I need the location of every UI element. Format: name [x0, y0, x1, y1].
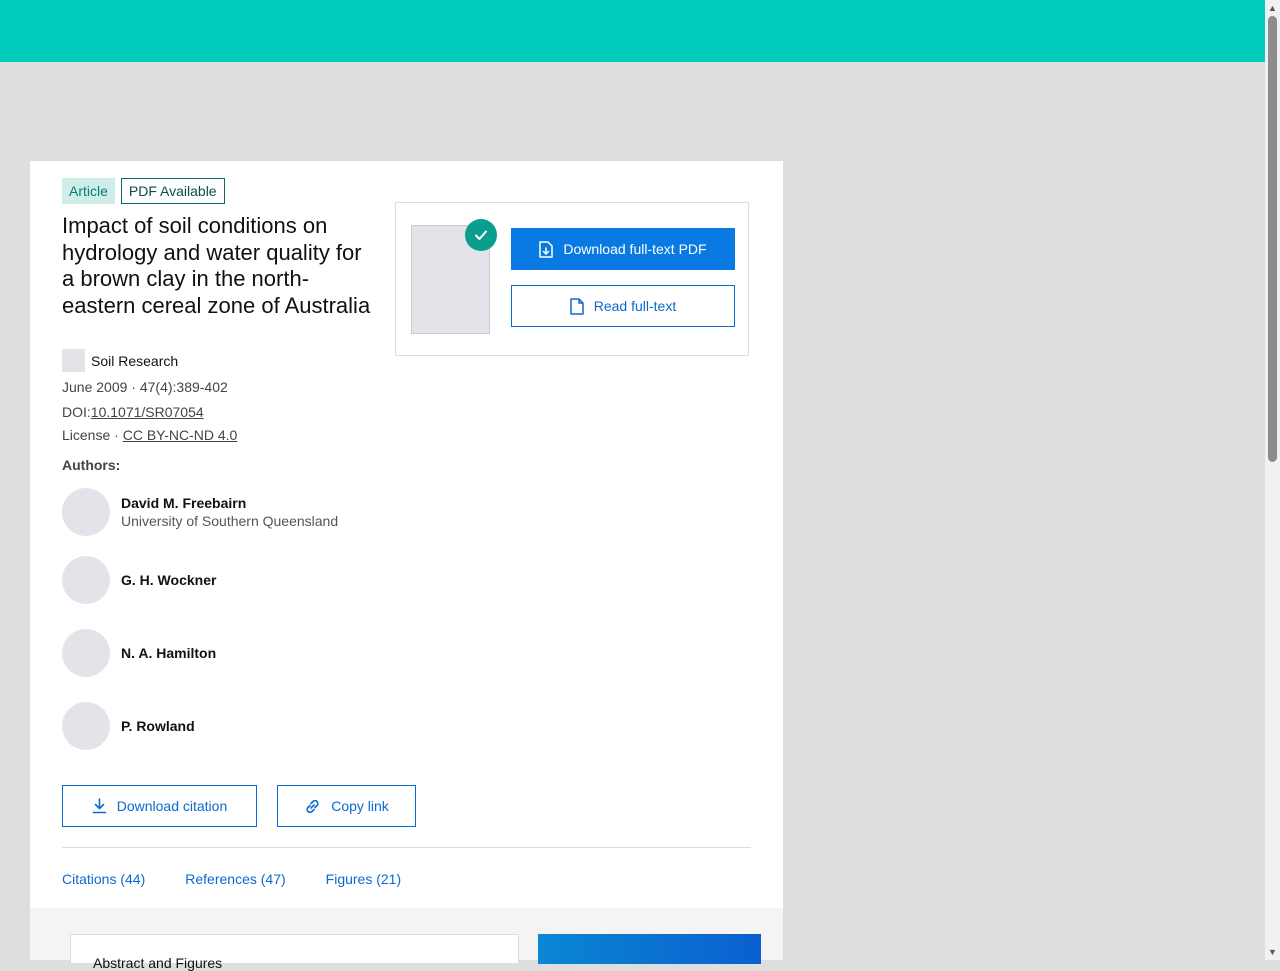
author-item[interactable]: N. A. Hamilton: [62, 629, 216, 677]
file-download-icon: [539, 240, 554, 258]
authors-label: Authors:: [62, 457, 121, 473]
license: License · CC BY-NC-ND 4.0: [62, 427, 237, 443]
doi: DOI:10.1071/SR07054: [62, 404, 204, 420]
author-affiliation: University of Southern Queensland: [121, 513, 339, 529]
avatar[interactable]: [62, 556, 110, 604]
read-full-text-label: Read full-text: [593, 298, 677, 314]
read-full-text-button[interactable]: Read full-text: [511, 285, 735, 327]
author-item[interactable]: David M. Freebairn University of Souther…: [62, 488, 338, 536]
journal-thumbnail: [62, 349, 85, 372]
download-full-text-pdf-label: Download full-text PDF: [563, 241, 707, 257]
divider: [62, 847, 751, 848]
avatar[interactable]: [62, 488, 110, 536]
abstract-heading: Abstract and Figures: [93, 955, 223, 971]
download-icon: [92, 798, 107, 814]
download-citation-label: Download citation: [116, 798, 228, 814]
author-name[interactable]: P. Rowland: [121, 718, 195, 734]
avatar[interactable]: [62, 702, 110, 750]
article-badge: Article: [62, 178, 115, 204]
lower-section: Abstract and Figures: [30, 908, 783, 971]
download-full-text-pdf-button[interactable]: Download full-text PDF: [511, 228, 735, 270]
journal-name[interactable]: Soil Research: [91, 353, 178, 369]
publication-card: Article PDF Available Impact of soil con…: [30, 161, 783, 971]
author-name[interactable]: David M. Freebairn: [121, 495, 338, 511]
doi-link[interactable]: 10.1071/SR07054: [91, 404, 204, 420]
tab-citations[interactable]: Citations (44): [62, 871, 145, 887]
doi-label: DOI:: [62, 404, 91, 420]
license-label: License ·: [62, 427, 123, 443]
license-link[interactable]: CC BY-NC-ND 4.0: [123, 427, 238, 443]
avatar[interactable]: [62, 629, 110, 677]
copy-link-button[interactable]: Copy link: [277, 785, 416, 827]
vertical-scrollbar[interactable]: ▲ ▼: [1265, 0, 1280, 960]
checkmark-icon: [465, 219, 497, 251]
link-icon: [304, 798, 321, 815]
author-name[interactable]: G. H. Wockner: [121, 572, 216, 588]
top-navigation-bar: [0, 0, 1265, 62]
tab-references[interactable]: References (47): [185, 871, 285, 887]
journal[interactable]: Soil Research: [62, 349, 178, 372]
scroll-down-icon[interactable]: ▼: [1265, 944, 1280, 960]
scroll-up-icon[interactable]: ▲: [1265, 0, 1280, 16]
download-citation-button[interactable]: Download citation: [62, 785, 257, 827]
author-item[interactable]: G. H. Wockner: [62, 556, 216, 604]
pdf-available-badge: PDF Available: [120, 178, 225, 204]
publication-title: Impact of soil conditions on hydrology a…: [62, 213, 371, 318]
badges: Article PDF Available: [62, 178, 225, 204]
publication-date: June 2009 · 47(4):389-402: [62, 379, 228, 395]
copy-link-label: Copy link: [331, 798, 389, 814]
full-text-panel: Download full-text PDF Read full-text: [395, 202, 749, 356]
author-name[interactable]: N. A. Hamilton: [121, 645, 216, 661]
publication-tabs: Citations (44) References (47) Figures (…: [62, 871, 401, 887]
author-item[interactable]: P. Rowland: [62, 702, 195, 750]
scrollbar-thumb[interactable]: [1268, 16, 1277, 462]
file-icon: [570, 297, 584, 315]
tab-figures[interactable]: Figures (21): [326, 871, 401, 887]
